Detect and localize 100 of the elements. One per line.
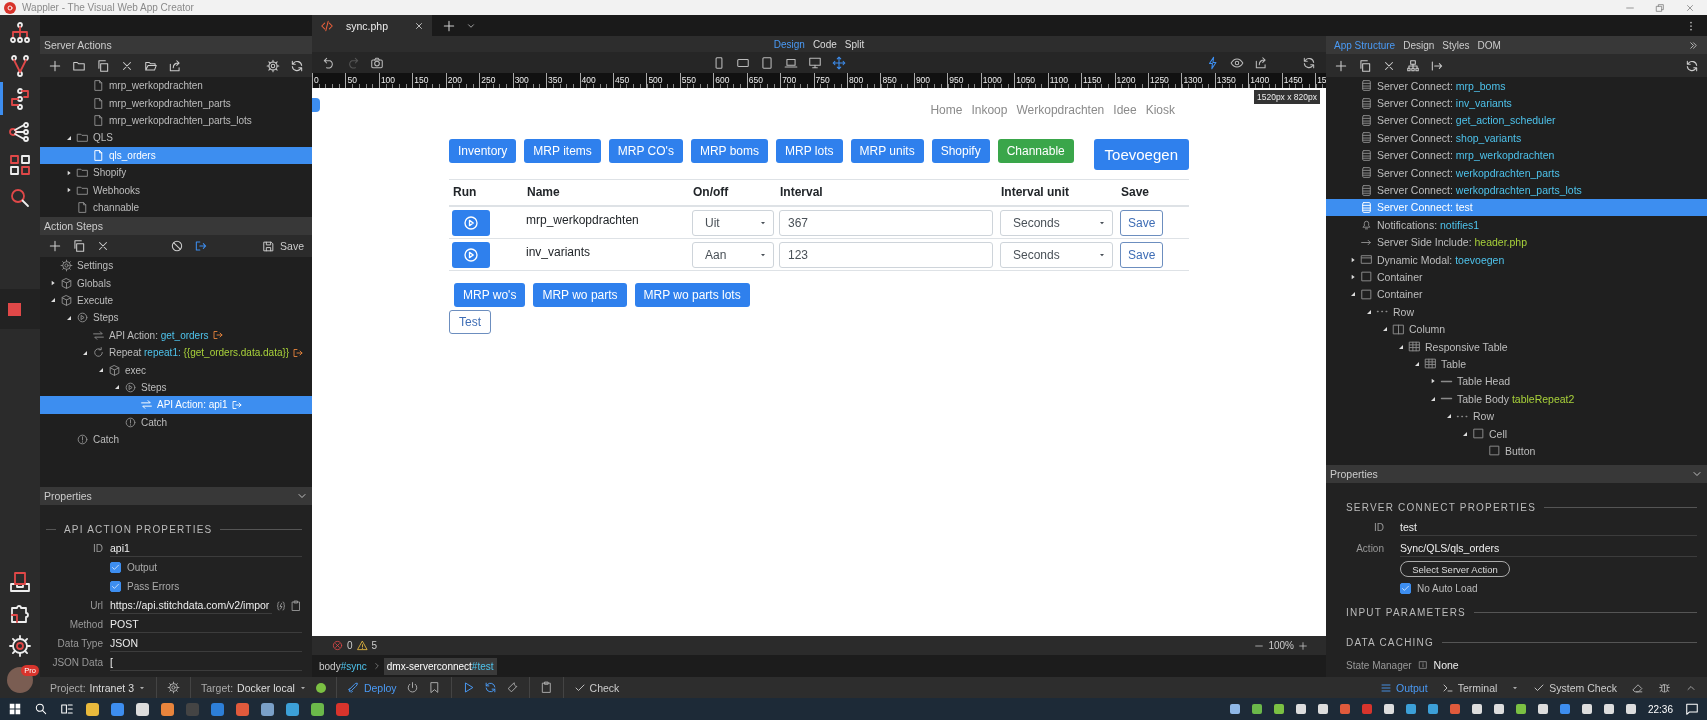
clipboard-icon[interactable]	[290, 599, 302, 612]
nav-button[interactable]: MRP lots	[776, 139, 843, 163]
expand-arrow-icon[interactable]	[1349, 273, 1357, 281]
tree-item[interactable]: Globals	[40, 274, 312, 292]
expand-arrow-icon[interactable]	[1381, 325, 1389, 334]
delete-icon[interactable]	[96, 239, 110, 253]
tray-icon[interactable]	[1581, 704, 1592, 714]
export-icon[interactable]	[1254, 55, 1268, 70]
tray-icon[interactable]	[1427, 704, 1438, 714]
checkbox[interactable]	[110, 562, 121, 573]
tree-item[interactable]: API Action: get_orders	[40, 326, 312, 344]
tree-item[interactable]: Dynamic Modal: toevoegen	[1326, 250, 1707, 269]
plus-icon[interactable]	[48, 58, 62, 73]
panel-tab[interactable]: Terminal	[1441, 681, 1498, 694]
input-field[interactable]: 123	[779, 241, 993, 268]
system-check-button[interactable]: System Check	[1533, 681, 1617, 694]
tree-item[interactable]: Notifications: notifies1	[1326, 216, 1707, 234]
tree-item[interactable]: mrp_werkopdrachten_parts	[40, 94, 312, 112]
task-view-icon[interactable]	[60, 702, 74, 716]
nav-button[interactable]: MRP CO's	[608, 139, 683, 163]
tray-icon[interactable]	[1625, 704, 1636, 714]
input-field[interactable]: POST	[110, 616, 302, 633]
expand-arrow-icon[interactable]	[1349, 290, 1357, 299]
expand-arrow-icon[interactable]	[49, 296, 57, 305]
tree-item[interactable]: Server Connect: mrp_werkopdrachten	[1326, 146, 1707, 164]
plus-icon[interactable]	[48, 239, 62, 253]
test-button[interactable]: Test	[449, 309, 491, 334]
tray-icon[interactable]	[1273, 704, 1284, 714]
app-icon[interactable]	[86, 702, 99, 716]
panel-tab[interactable]: DOM	[1477, 39, 1501, 51]
breadcrumb-item[interactable]: body#sync	[316, 657, 370, 675]
tree-item[interactable]: Server Side Include: header.php	[1326, 233, 1707, 251]
tree-item[interactable]: Server Connect: werkopdrachten_parts_lots	[1326, 181, 1707, 199]
expand-arrow-icon[interactable]	[1445, 412, 1453, 421]
tree-item[interactable]: Column	[1326, 320, 1707, 338]
tree-item[interactable]: Server Connect: shop_variants	[1326, 129, 1707, 147]
phone-icon[interactable]	[712, 55, 726, 70]
input-field[interactable]: JSON	[110, 635, 302, 652]
app-icon[interactable]	[136, 702, 149, 716]
panel-tab[interactable]: Styles	[1442, 39, 1470, 51]
save-button[interactable]: Save	[1120, 241, 1164, 268]
dropdown[interactable]: Uit	[692, 209, 774, 236]
app-icon[interactable]	[161, 702, 174, 716]
nav-link[interactable]: Home	[930, 103, 963, 117]
tree-item[interactable]: Container	[1326, 268, 1707, 286]
file-tab[interactable]: sync.php	[312, 15, 432, 36]
view-tab[interactable]: Design	[773, 38, 805, 50]
input-field[interactable]: None	[1433, 657, 1459, 673]
tray-icon[interactable]	[1229, 704, 1240, 714]
copy-icon[interactable]	[1358, 58, 1372, 73]
project-dropdown[interactable]: Project: Intranet 3	[50, 681, 146, 694]
eye-icon[interactable]	[1230, 55, 1244, 70]
input-field[interactable]: [	[110, 654, 302, 671]
settings-icon[interactable]	[167, 681, 180, 694]
tray-icon[interactable]	[1295, 704, 1306, 714]
run-button[interactable]	[452, 241, 490, 268]
zoom-in-icon[interactable]	[1298, 640, 1308, 651]
nav-link[interactable]: Werkopdrachten	[1016, 103, 1105, 117]
nav-button[interactable]: MRP wo parts	[533, 282, 627, 307]
app-icon[interactable]	[311, 702, 324, 716]
save-button[interactable]: Save	[262, 239, 304, 253]
tree-item[interactable]: Settings	[40, 257, 312, 275]
undo-icon[interactable]	[322, 55, 336, 70]
tray-icon[interactable]	[1405, 704, 1416, 714]
nav-button[interactable]: Inventory	[449, 139, 517, 163]
settings-icon[interactable]	[266, 58, 280, 73]
tree-item[interactable]: QLS	[40, 129, 312, 147]
nav-link[interactable]: Kiosk	[1145, 103, 1175, 117]
input-field[interactable]: Sync/QLS/qls_orders	[1400, 540, 1697, 557]
panel-handle[interactable]	[312, 98, 320, 112]
tray-icon[interactable]	[1515, 704, 1526, 714]
run-button[interactable]	[452, 209, 490, 236]
tree-item[interactable]: Responsive Table	[1326, 337, 1707, 356]
refresh-icon[interactable]	[290, 58, 304, 73]
clipboard-icon[interactable]	[539, 681, 553, 694]
expand-arrow-icon[interactable]	[65, 168, 73, 177]
save-button[interactable]: Save	[1120, 209, 1164, 236]
tree-item[interactable]: Server Connect: werkopdrachten_parts	[1326, 163, 1707, 182]
tree-item[interactable]: Button	[1326, 442, 1707, 460]
checkbox[interactable]	[110, 581, 121, 592]
nav-button[interactable]: Shopify	[931, 139, 990, 163]
copy-icon[interactable]	[72, 239, 86, 253]
tree-item[interactable]: Table	[1326, 355, 1707, 373]
stop-button[interactable]	[8, 302, 21, 316]
bug-icon[interactable]	[1658, 681, 1671, 694]
tray-icon[interactable]	[8, 570, 32, 594]
tree-item[interactable]: Container	[1326, 285, 1707, 304]
refresh-icon[interactable]	[1302, 55, 1316, 70]
nav-button[interactable]: MRP units	[850, 139, 924, 163]
tree-item[interactable]: Server Connect: inv_variants	[1326, 94, 1707, 112]
app-icon[interactable]	[261, 702, 274, 716]
hierarchy-icon[interactable]	[1406, 58, 1420, 73]
tree-item[interactable]: Table Head	[1326, 372, 1707, 391]
dropdown[interactable]: Aan	[692, 241, 774, 268]
tablet-icon[interactable]	[760, 55, 774, 70]
tray-icon[interactable]	[1471, 704, 1482, 714]
expand-arrow-icon[interactable]	[97, 366, 105, 375]
tree-item[interactable]: mrp_werkopdrachten	[40, 77, 312, 95]
bolt-icon[interactable]	[1206, 55, 1220, 70]
tree-item[interactable]: Repeat repeat1: {{get_orders.data.data}}	[40, 343, 312, 362]
